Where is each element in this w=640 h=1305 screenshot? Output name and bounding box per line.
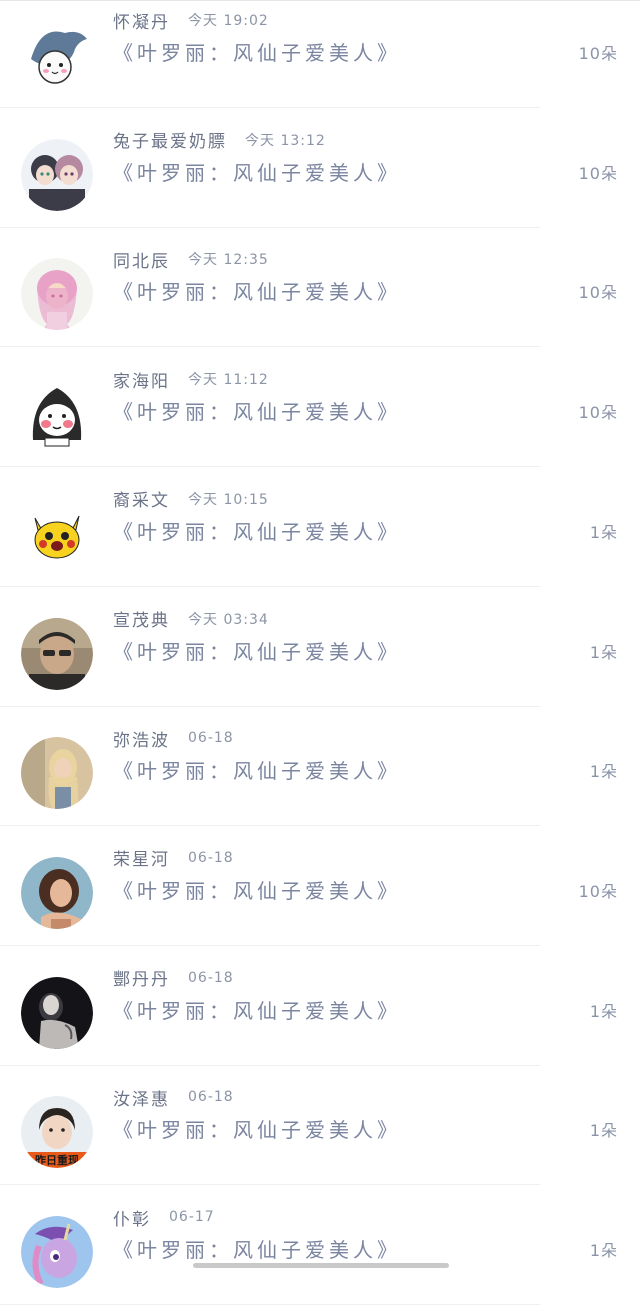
list-item[interactable]: 仆彰 06-17 《叶罗丽：风仙子爱美人》 1朵 [0, 1185, 640, 1305]
shark-costume-avatar [21, 19, 93, 91]
user-avatar[interactable] [21, 138, 93, 211]
flower-count: 1朵 [589, 762, 618, 782]
user-avatar[interactable] [21, 856, 93, 929]
user-name[interactable]: 同北辰 [113, 247, 170, 272]
timestamp: 今天 11:12 [188, 372, 269, 389]
portrait-woman-avatar [21, 856, 93, 929]
book-title[interactable]: 《叶罗丽：风仙子爱美人》 [113, 1234, 401, 1263]
book-title[interactable]: 《叶罗丽：风仙子爱美人》 [113, 995, 401, 1024]
user-name[interactable]: 兔子最爱奶膘 [113, 127, 227, 152]
flower-count: 1朵 [589, 1121, 618, 1141]
timestamp: 今天 12:35 [188, 252, 269, 269]
user-name[interactable]: 弥浩波 [113, 726, 170, 751]
user-avatar[interactable] [21, 378, 93, 451]
timestamp: 今天 10:15 [188, 491, 269, 508]
user-avatar[interactable] [21, 497, 93, 570]
timestamp: 06-18 [188, 849, 234, 866]
item-meta: 兔子最爱奶膘 今天 13:12 [113, 127, 326, 153]
dark-portrait-avatar [21, 976, 93, 1049]
user-avatar[interactable] [21, 19, 93, 91]
boy-photo-avatar: 昨日重现 [21, 1096, 93, 1169]
book-title[interactable]: 《叶罗丽：风仙子爱美人》 [113, 37, 401, 66]
flower-count: 10朵 [578, 163, 618, 183]
book-title[interactable]: 《叶罗丽：风仙子爱美人》 [113, 875, 401, 904]
timestamp: 06-17 [169, 1209, 215, 1225]
pikachu-avatar [21, 497, 93, 570]
anime-couple-avatar [21, 138, 93, 211]
user-name[interactable]: 宣茂典 [113, 606, 170, 631]
item-meta: 弥浩波 06-18 [113, 725, 234, 751]
flower-count: 10朵 [578, 881, 618, 901]
pony-character-avatar [21, 1216, 93, 1288]
pink-hair-girl-avatar [21, 258, 93, 331]
item-meta: 裔采文 今天 10:15 [113, 486, 269, 512]
list-item[interactable]: 怀凝丹 今天 19:02 《叶罗丽：风仙子爱美人》 10朵 [0, 0, 640, 108]
user-name[interactable]: 仆彰 [113, 1205, 151, 1230]
flower-count: 10朵 [578, 44, 618, 63]
flower-count: 1朵 [589, 642, 618, 662]
flower-count: 10朵 [578, 403, 618, 423]
timestamp: 06-18 [188, 969, 234, 986]
book-title[interactable]: 《叶罗丽：风仙子爱美人》 [113, 636, 401, 665]
list-item[interactable]: 同北辰 今天 12:35 《叶罗丽：风仙子爱美人》 10朵 [0, 227, 640, 348]
flower-count: 1朵 [589, 1241, 618, 1260]
timestamp: 06-18 [188, 1089, 234, 1106]
user-avatar[interactable] [21, 737, 93, 810]
item-meta: 荣星河 06-18 [113, 845, 234, 871]
item-meta: 怀凝丹 今天 19:02 [113, 7, 269, 33]
timestamp: 今天 19:02 [188, 13, 269, 29]
item-meta: 同北辰 今天 12:35 [113, 246, 269, 272]
flower-count: 1朵 [589, 522, 618, 542]
list-item[interactable]: 昨日重现 汝泽惠 06-18 《叶罗丽：风仙子爱美人》 1朵 [0, 1065, 640, 1186]
book-title[interactable]: 《叶罗丽：风仙子爱美人》 [113, 396, 401, 425]
flower-count: 10朵 [578, 283, 618, 303]
user-avatar[interactable]: 昨日重现 [21, 1096, 93, 1169]
item-meta: 汝泽惠 06-18 [113, 1084, 234, 1110]
user-name[interactable]: 裔采文 [113, 486, 170, 511]
book-title[interactable]: 《叶罗丽：风仙子爱美人》 [113, 276, 401, 305]
list-item[interactable]: 荣星河 06-18 《叶罗丽：风仙子爱美人》 10朵 [0, 826, 640, 946]
timestamp: 今天 03:34 [188, 611, 269, 628]
home-indicator[interactable] [193, 1263, 449, 1268]
book-title[interactable]: 《叶罗丽：风仙子爱美人》 [113, 516, 401, 545]
timestamp: 今天 13:12 [245, 132, 326, 149]
book-title[interactable]: 《叶罗丽：风仙子爱美人》 [113, 755, 401, 784]
list-item[interactable]: 弥浩波 06-18 《叶罗丽：风仙子爱美人》 1朵 [0, 706, 640, 827]
list-item[interactable]: 裔采文 今天 10:15 《叶罗丽：风仙子爱美人》 1朵 [0, 467, 640, 587]
item-meta: 家海阳 今天 11:12 [113, 366, 269, 392]
flower-count: 1朵 [589, 1001, 618, 1021]
item-meta: 仆彰 06-17 [113, 1204, 215, 1230]
user-avatar[interactable] [21, 976, 93, 1049]
user-name[interactable]: 荣星河 [113, 845, 170, 870]
sunglasses-man-avatar [21, 617, 93, 690]
user-name[interactable]: 汝泽惠 [113, 1085, 170, 1110]
user-avatar[interactable] [21, 1216, 93, 1288]
list-item[interactable]: 酆丹丹 06-18 《叶罗丽：风仙子爱美人》 1朵 [0, 946, 640, 1066]
user-name[interactable]: 怀凝丹 [113, 8, 170, 33]
hooded-doodle-avatar [21, 378, 93, 451]
svg-text:昨日重现: 昨日重现 [35, 1153, 79, 1167]
list-item[interactable]: 兔子最爱奶膘 今天 13:12 《叶罗丽：风仙子爱美人》 10朵 [0, 108, 640, 228]
blonde-woman-avatar [21, 737, 93, 810]
user-avatar[interactable] [21, 617, 93, 690]
user-name[interactable]: 家海阳 [113, 367, 170, 392]
list-item[interactable]: 家海阳 今天 11:12 《叶罗丽：风仙子爱美人》 10朵 [0, 347, 640, 468]
book-title[interactable]: 《叶罗丽：风仙子爱美人》 [113, 1114, 401, 1143]
item-meta: 宣茂典 今天 03:34 [113, 606, 269, 632]
user-name[interactable]: 酆丹丹 [113, 965, 170, 990]
timestamp: 06-18 [188, 730, 234, 747]
list-item[interactable]: 宣茂典 今天 03:34 《叶罗丽：风仙子爱美人》 1朵 [0, 587, 640, 707]
user-avatar[interactable] [21, 258, 93, 331]
item-meta: 酆丹丹 06-18 [113, 965, 234, 991]
book-title[interactable]: 《叶罗丽：风仙子爱美人》 [113, 157, 401, 186]
